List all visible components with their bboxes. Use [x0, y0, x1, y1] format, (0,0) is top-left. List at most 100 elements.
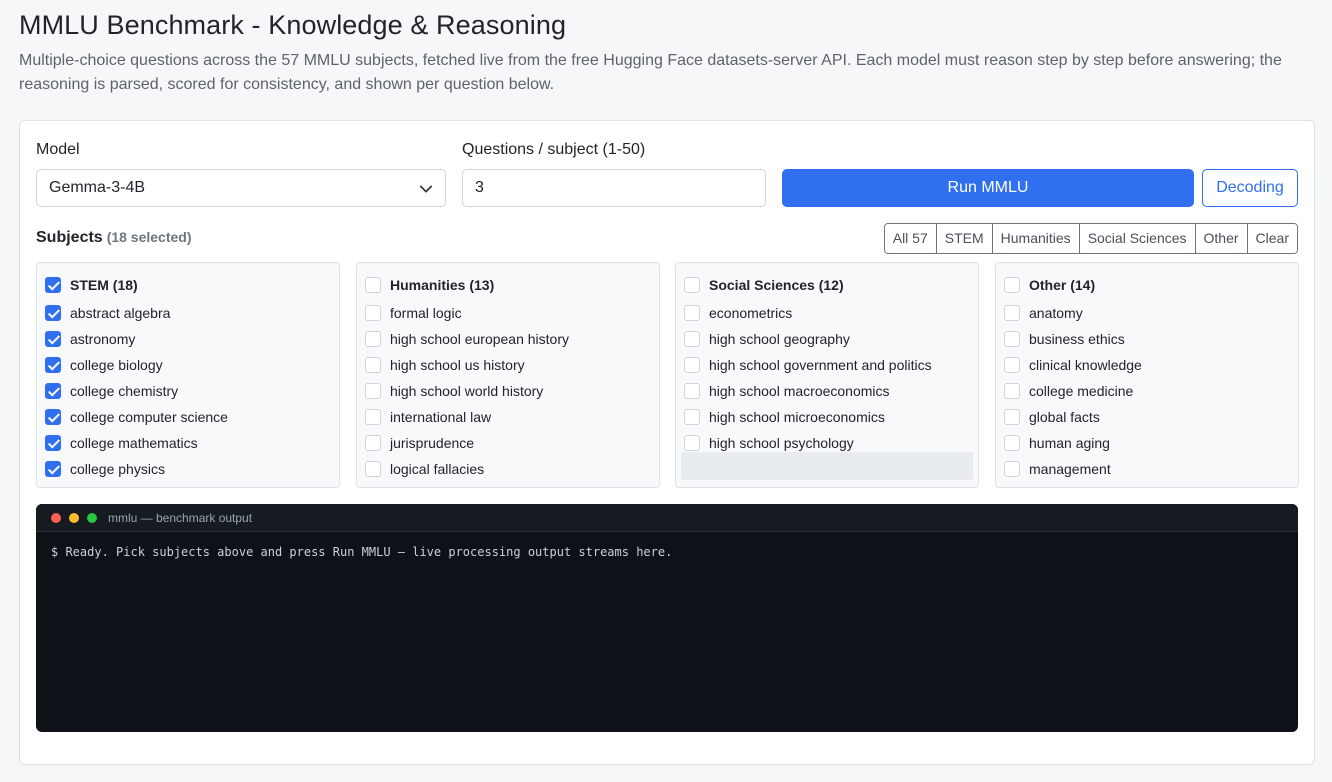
checkbox[interactable] [1004, 331, 1020, 347]
filter-humanities-button[interactable]: Humanities [992, 224, 1080, 253]
subject-item[interactable]: college chemistry [45, 381, 178, 401]
subject-item[interactable]: college mathematics [45, 433, 198, 453]
subject-item[interactable]: high school government and politics [684, 355, 932, 375]
model-select-value: Gemma-3-4B [49, 179, 146, 196]
filter-clear-button[interactable]: Clear [1247, 224, 1297, 253]
questions-per-subject-value: 3 [475, 179, 484, 196]
checkbox[interactable] [1004, 305, 1020, 321]
subject-label: college biology [70, 357, 163, 373]
group-title: Social Sciences (12) [709, 277, 844, 293]
checkbox[interactable] [45, 277, 61, 293]
subject-label: human aging [1029, 435, 1110, 451]
subject-item[interactable]: college physics [45, 459, 165, 479]
maximize-dot-icon [87, 512, 97, 523]
subject-group-other: Other (14) anatomy business ethics clini… [995, 262, 1299, 488]
group-toggle-other[interactable]: Other (14) [1004, 275, 1095, 295]
filter-other-button[interactable]: Other [1195, 224, 1248, 253]
minimize-dot-icon [69, 512, 79, 523]
checkbox[interactable] [684, 383, 700, 399]
subject-label: high school psychology [709, 435, 854, 451]
questions-label: Questions / subject (1-50) [462, 141, 646, 158]
checkbox[interactable] [45, 305, 61, 321]
checkbox[interactable] [1004, 435, 1020, 451]
terminal-title-bar: mmlu — benchmark output [36, 504, 1298, 532]
subject-label: international law [390, 409, 492, 425]
checkbox[interactable] [365, 277, 381, 293]
subjects-heading: Subjects (18 selected) [36, 229, 192, 247]
subject-label: anatomy [1029, 305, 1083, 321]
model-select[interactable]: Gemma-3-4B [36, 169, 446, 207]
subject-item[interactable]: high school world history [365, 381, 543, 401]
subject-label: jurisprudence [390, 435, 475, 451]
checkbox[interactable] [365, 435, 381, 451]
subject-label: college chemistry [70, 383, 179, 399]
run-mmlu-button-label: Run MMLU [947, 179, 1029, 196]
subject-item[interactable]: college biology [45, 355, 163, 375]
checkbox[interactable] [45, 461, 61, 477]
subject-item[interactable]: college medicine [1004, 381, 1133, 401]
chevron-down-icon [419, 185, 433, 193]
subject-item[interactable]: human aging [1004, 433, 1110, 453]
subject-item[interactable]: high school macroeconomics [684, 381, 890, 401]
subject-item[interactable]: formal logic [365, 303, 462, 323]
subject-item[interactable]: college computer science [45, 407, 228, 427]
group-title: STEM (18) [70, 277, 138, 293]
subject-item[interactable]: high school microeconomics [684, 407, 885, 427]
checkbox[interactable] [1004, 461, 1020, 477]
checkbox[interactable] [365, 357, 381, 373]
subject-item[interactable]: high school european history [365, 329, 569, 349]
checkbox[interactable] [365, 409, 381, 425]
subject-item[interactable]: global facts [1004, 407, 1100, 427]
group-title: Humanities (13) [390, 277, 495, 293]
subject-item[interactable]: business ethics [1004, 329, 1125, 349]
subject-label: abstract algebra [70, 305, 171, 321]
subject-label: high school european history [390, 331, 570, 347]
checkbox[interactable] [1004, 409, 1020, 425]
checkbox[interactable] [684, 331, 700, 347]
checkbox[interactable] [1004, 357, 1020, 373]
checkbox[interactable] [45, 331, 61, 347]
subject-item[interactable]: high school psychology [684, 433, 854, 453]
checkbox[interactable] [1004, 277, 1020, 293]
checkbox[interactable] [684, 357, 700, 373]
subject-group-humanities: Humanities (13) formal logic high school… [356, 262, 660, 488]
checkbox[interactable] [365, 305, 381, 321]
questions-per-subject-input[interactable]: 3 [462, 169, 766, 207]
subject-item[interactable]: anatomy [1004, 303, 1083, 323]
checkbox[interactable] [45, 435, 61, 451]
checkbox[interactable] [365, 331, 381, 347]
subject-item[interactable]: management [1004, 459, 1111, 479]
subject-item[interactable]: astronomy [45, 329, 135, 349]
model-label: Model [36, 141, 80, 158]
checkbox[interactable] [684, 409, 700, 425]
checkbox[interactable] [684, 305, 700, 321]
decoding-button[interactable]: Decoding [1202, 169, 1298, 207]
subject-label: high school macroeconomics [709, 383, 890, 399]
checkbox[interactable] [45, 409, 61, 425]
subject-item[interactable]: jurisprudence [365, 433, 474, 453]
subject-item[interactable]: clinical knowledge [1004, 355, 1142, 375]
subject-item[interactable]: international law [365, 407, 491, 427]
group-toggle-humanities[interactable]: Humanities (13) [365, 275, 494, 295]
subject-item[interactable]: abstract algebra [45, 303, 170, 323]
filter-social-sciences-button[interactable]: Social Sciences [1079, 224, 1196, 253]
subject-item[interactable]: high school geography [684, 329, 850, 349]
subject-item[interactable]: logical fallacies [365, 459, 484, 479]
checkbox[interactable] [45, 357, 61, 373]
checkbox[interactable] [45, 383, 61, 399]
group-toggle-stem[interactable]: STEM (18) [45, 275, 138, 295]
subject-item[interactable]: econometrics [684, 303, 792, 323]
checkbox[interactable] [365, 461, 381, 477]
subject-item[interactable]: high school us history [365, 355, 525, 375]
filter-all-button[interactable]: All 57 [884, 224, 937, 253]
checkbox[interactable] [1004, 383, 1020, 399]
subject-label: high school world history [390, 383, 544, 399]
group-toggle-social-sciences[interactable]: Social Sciences (12) [684, 275, 844, 295]
run-mmlu-button[interactable]: Run MMLU [782, 169, 1194, 207]
subject-label: business ethics [1029, 331, 1125, 347]
checkbox[interactable] [684, 277, 700, 293]
page-title: MMLU Benchmark - Knowledge & Reasoning [19, 10, 567, 40]
filter-stem-button[interactable]: STEM [936, 224, 993, 253]
checkbox[interactable] [684, 435, 700, 451]
checkbox[interactable] [365, 383, 381, 399]
